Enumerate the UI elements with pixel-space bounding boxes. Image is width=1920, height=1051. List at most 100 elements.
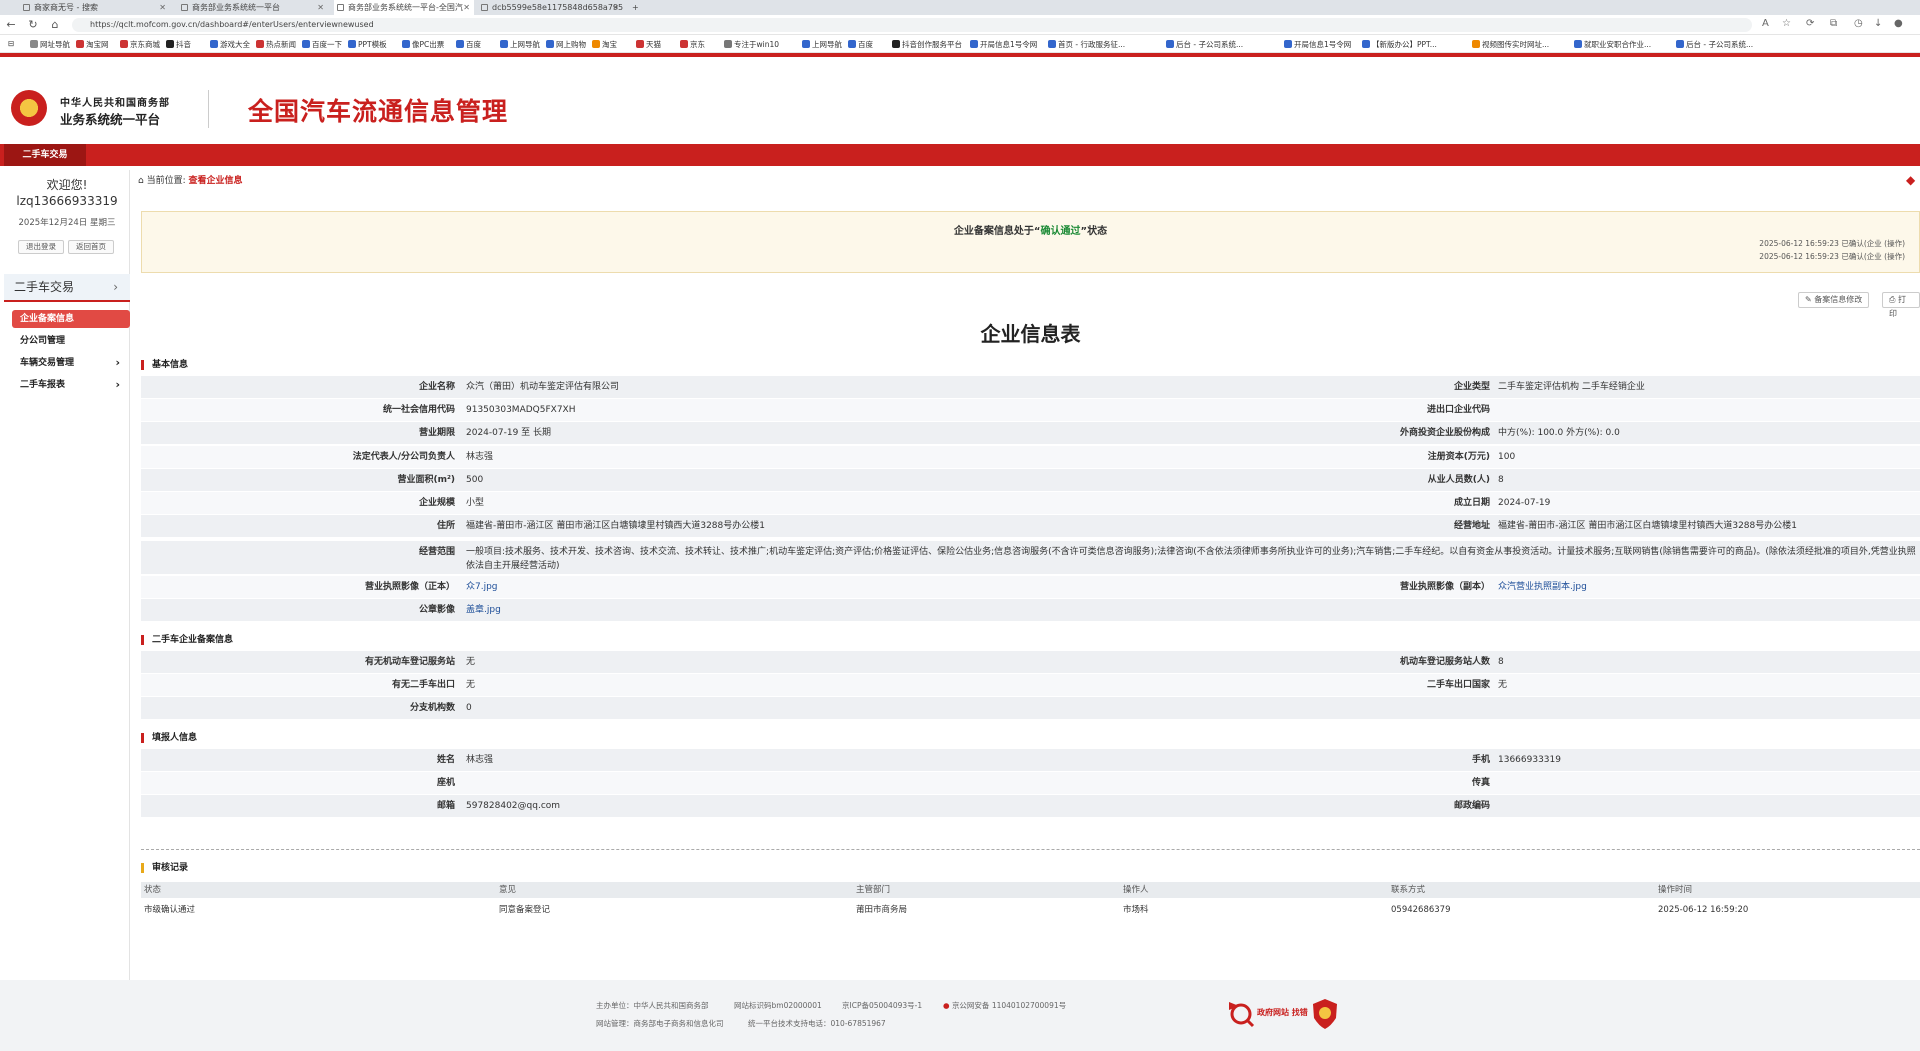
browser-tab[interactable]: 商务部业务系统统一平台 ✕: [178, 0, 328, 15]
sidebar-item-branch-management[interactable]: 分公司管理: [12, 332, 130, 350]
sidebar-item-enterprise-filing[interactable]: 企业备案信息: [12, 310, 130, 328]
bookmark-item[interactable]: 像PC出票: [402, 39, 444, 50]
bookmark-item[interactable]: 热点新闻: [256, 39, 296, 50]
bookmark-favicon-icon: [166, 40, 174, 48]
field-label: 营业执照影像（正本）: [364, 582, 455, 592]
bookmark-item[interactable]: 京东: [680, 39, 705, 50]
bookmark-item[interactable]: 百度: [848, 39, 873, 50]
reload-icon[interactable]: ↻: [26, 18, 40, 31]
field-value: 0: [466, 703, 472, 713]
license-copy-link[interactable]: 众汽营业执照副本.jpg: [1498, 576, 1918, 599]
footer-site-id: 网站标识码bm02000001: [734, 1001, 822, 1010]
footer-police-record[interactable]: ● 京公网安备 11040102700091号: [943, 1000, 1066, 1011]
back-icon[interactable]: ←: [4, 18, 18, 31]
browser-tab-label: dcb5599e58e1175848d658a7955: [492, 3, 623, 12]
status-message: 企业备案信息处于“确认通过”状态: [141, 222, 1920, 237]
bookmark-item[interactable]: 开局信息1号令网: [1284, 39, 1351, 50]
edit-filing-button[interactable]: ✎ 备案信息修改: [1798, 292, 1870, 308]
bookmark-item[interactable]: 开局信息1号令网: [970, 39, 1037, 50]
browser-tab-active[interactable]: 商务部业务系统统一平台-全国汽 ✕: [334, 0, 474, 15]
refresh-icon[interactable]: ⟳: [1806, 18, 1814, 29]
bookmark-item[interactable]: 【新版办公】PPT...: [1362, 39, 1437, 50]
bookmark-item[interactable]: 专注于win10: [724, 39, 779, 50]
bookmark-item[interactable]: 天猫: [636, 39, 661, 50]
edit-icon: ✎: [1805, 295, 1812, 304]
field-label: 从业人员数(人): [1427, 474, 1490, 485]
bookmark-item[interactable]: 上网导航: [802, 39, 842, 50]
close-tab-icon[interactable]: ✕: [463, 0, 470, 15]
bookmark-favicon-icon: [724, 40, 732, 48]
home-icon[interactable]: ⌂: [48, 18, 62, 31]
collections-icon[interactable]: ⧉: [1830, 18, 1837, 29]
field-value: 8: [1498, 657, 1504, 667]
bookmarks-menu-icon[interactable]: ⊟: [8, 39, 14, 48]
bookmark-item[interactable]: 就职业安职合作业...: [1574, 39, 1651, 50]
field-label: 传真: [1471, 778, 1490, 789]
police-badge-icon[interactable]: [1311, 998, 1339, 1030]
bookmark-favicon-icon: [402, 40, 410, 48]
sidebar-item-used-car-report[interactable]: 二手车报表 ›: [12, 376, 130, 394]
field-label: 外商投资企业股份构成: [1399, 428, 1490, 439]
field-label: 座机: [436, 778, 455, 789]
nav-tab-used-car[interactable]: 二手车交易: [4, 144, 86, 166]
field-label: 注册资本(万元): [1427, 451, 1490, 462]
bookmark-item[interactable]: 网上购物: [546, 39, 586, 50]
sidebar-item-label: 车辆交易管理: [20, 358, 75, 368]
download-icon[interactable]: ↓: [1874, 18, 1882, 29]
close-tab-icon[interactable]: ✕: [159, 0, 166, 15]
bookmark-item[interactable]: 京东商城: [120, 39, 160, 50]
gov-site-find-error-badge[interactable]: 政府网站 找错: [1229, 998, 1308, 1030]
bookmark-item[interactable]: 上网导航: [500, 39, 540, 50]
bookmark-item[interactable]: PPT模板: [348, 39, 387, 50]
bookmark-favicon-icon: [456, 40, 464, 48]
close-tab-icon[interactable]: ✕: [317, 0, 324, 15]
sidebar-section-used-car[interactable]: 二手车交易 ›: [4, 274, 130, 302]
audit-table-row: 市级确认通过 同意备案登记 莆田市商务局 市场科 05942686379 2025-06-…: [141, 900, 1920, 920]
bookmark-label: 视频图传实时网址...: [1482, 40, 1550, 49]
seal-image-link[interactable]: 盖章.jpg: [466, 599, 1171, 622]
bookmark-label: 京东: [690, 40, 705, 49]
bookmark-label: 开局信息1号令网: [980, 40, 1038, 49]
print-button[interactable]: ⎙ 打印: [1882, 292, 1920, 318]
field-value: 8: [1498, 474, 1504, 485]
bookmark-item[interactable]: 抖音: [166, 39, 191, 50]
home-icon[interactable]: ⌂: [138, 176, 144, 186]
read-aloud-icon[interactable]: A: [1762, 18, 1769, 29]
footer-police-record-text: 京公网安备 11040102700091号: [951, 1001, 1067, 1010]
bookmark-item[interactable]: 网址导航: [30, 39, 70, 50]
close-tab-icon[interactable]: ✕: [612, 0, 619, 15]
bookmark-item[interactable]: 淘宝: [592, 39, 617, 50]
browser-tab[interactable]: dcb5599e58e1175848d658a7955 ✕: [478, 0, 623, 15]
sidebar-item-vehicle-trading[interactable]: 车辆交易管理 ›: [12, 354, 130, 372]
main-nav-bar: [0, 144, 1920, 166]
home-button[interactable]: 返回首页: [68, 240, 114, 254]
bookmark-item[interactable]: 首页 - 行政服务征...: [1048, 39, 1125, 50]
logout-button[interactable]: 退出登录: [18, 240, 64, 254]
new-tab-button[interactable]: +: [628, 0, 644, 15]
bookmark-item[interactable]: 百度一下: [302, 39, 342, 50]
bookmark-item[interactable]: 后台 - 子公司系统...: [1166, 39, 1243, 50]
bookmark-item[interactable]: 淘宝网: [76, 39, 109, 50]
bookmark-item[interactable]: 后台 - 子公司系统...: [1676, 39, 1753, 50]
bookmark-label: 上网导航: [812, 40, 842, 49]
bookmark-label: 百度: [466, 40, 481, 49]
audit-cell: 市场科: [1123, 905, 1149, 915]
footer-icp[interactable]: 京ICP备05004093号-1: [842, 1000, 922, 1011]
browser-tab[interactable]: 商家商无号 - 搜索 ✕: [20, 0, 170, 15]
bookmark-favicon-icon: [546, 40, 554, 48]
address-bar[interactable]: https://qclt.mofcom.gov.cn/dashboard#/en…: [72, 18, 1752, 32]
history-icon[interactable]: ◷: [1854, 18, 1863, 29]
field-label: 有无机动车登记服务站: [364, 657, 455, 667]
profile-avatar-icon[interactable]: ●: [1894, 18, 1903, 29]
collapse-arrow-icon[interactable]: ◆: [1906, 173, 1915, 187]
sidebar-section-label: 二手车交易: [14, 280, 75, 294]
bookmark-item[interactable]: 视频图传实时网址...: [1472, 39, 1549, 50]
bookmark-favicon-icon: [210, 40, 218, 48]
bookmark-label: 淘宝: [602, 40, 617, 49]
bookmark-item[interactable]: 百度: [456, 39, 481, 50]
bookmark-item[interactable]: 抖音创作服务平台: [892, 39, 962, 50]
field-label: 邮箱: [436, 801, 455, 812]
audit-cell: 同意备案登记: [499, 905, 551, 915]
bookmark-item[interactable]: 游戏大全: [210, 39, 250, 50]
favorite-star-icon[interactable]: ☆: [1782, 18, 1791, 29]
